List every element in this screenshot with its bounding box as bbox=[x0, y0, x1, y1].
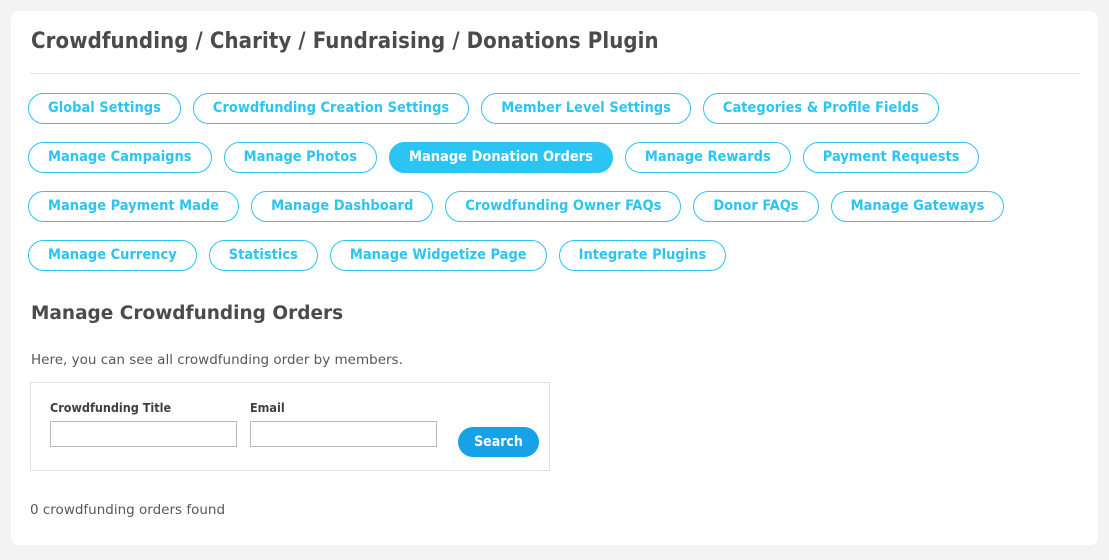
tab-payment-requests[interactable]: Payment Requests bbox=[802, 142, 980, 173]
section-description: Here, you can see all crowdfunding order… bbox=[31, 352, 403, 368]
email-field-group: Email bbox=[250, 400, 437, 447]
settings-tab-bar: Global Settings Crowdfunding Creation Set… bbox=[28, 93, 1083, 271]
tab-crowdfunding-owner-faqs[interactable]: Crowdfunding Owner FAQs bbox=[445, 191, 682, 222]
order-search-form: Crowdfunding Title Email Search bbox=[30, 382, 550, 471]
email-input[interactable] bbox=[250, 420, 437, 447]
page-title: Crowdfunding / Charity / Fundraising / D… bbox=[31, 29, 659, 54]
tab-manage-dashboard[interactable]: Manage Dashboard bbox=[251, 191, 434, 222]
tab-manage-widgetize-page[interactable]: Manage Widgetize Page bbox=[329, 240, 547, 271]
tab-statistics[interactable]: Statistics bbox=[208, 240, 318, 271]
tab-manage-donation-orders[interactable]: Manage Donation Orders bbox=[388, 142, 613, 173]
tab-donor-faqs[interactable]: Donor FAQs bbox=[693, 191, 819, 222]
plugin-settings-card: Crowdfunding / Charity / Fundraising / D… bbox=[11, 11, 1098, 545]
crowdfunding-title-label: Crowdfunding Title bbox=[50, 400, 172, 415]
tab-categories-profile-fields[interactable]: Categories & Profile Fields bbox=[702, 93, 939, 124]
section-heading: Manage Crowdfunding Orders bbox=[31, 303, 344, 324]
tab-crowdfunding-creation-settings[interactable]: Crowdfunding Creation Settings bbox=[192, 93, 470, 124]
title-divider bbox=[30, 73, 1080, 74]
tab-integrate-plugins[interactable]: Integrate Plugins bbox=[558, 240, 727, 271]
tab-global-settings[interactable]: Global Settings bbox=[28, 93, 181, 124]
result-count-text: 0 crowdfunding orders found bbox=[30, 502, 226, 518]
tab-manage-gateways[interactable]: Manage Gateways bbox=[830, 191, 1005, 222]
tab-member-level-settings[interactable]: Member Level Settings bbox=[481, 93, 691, 124]
tab-manage-photos[interactable]: Manage Photos bbox=[223, 142, 377, 173]
tab-manage-rewards[interactable]: Manage Rewards bbox=[624, 142, 791, 173]
email-label: Email bbox=[250, 400, 285, 415]
search-button[interactable]: Search bbox=[458, 427, 539, 457]
tab-manage-payment-made[interactable]: Manage Payment Made bbox=[28, 191, 240, 222]
crowdfunding-title-field-group: Crowdfunding Title bbox=[50, 400, 237, 447]
tab-manage-currency[interactable]: Manage Currency bbox=[28, 240, 197, 271]
crowdfunding-title-input[interactable] bbox=[50, 420, 237, 447]
tab-manage-campaigns[interactable]: Manage Campaigns bbox=[28, 142, 212, 173]
